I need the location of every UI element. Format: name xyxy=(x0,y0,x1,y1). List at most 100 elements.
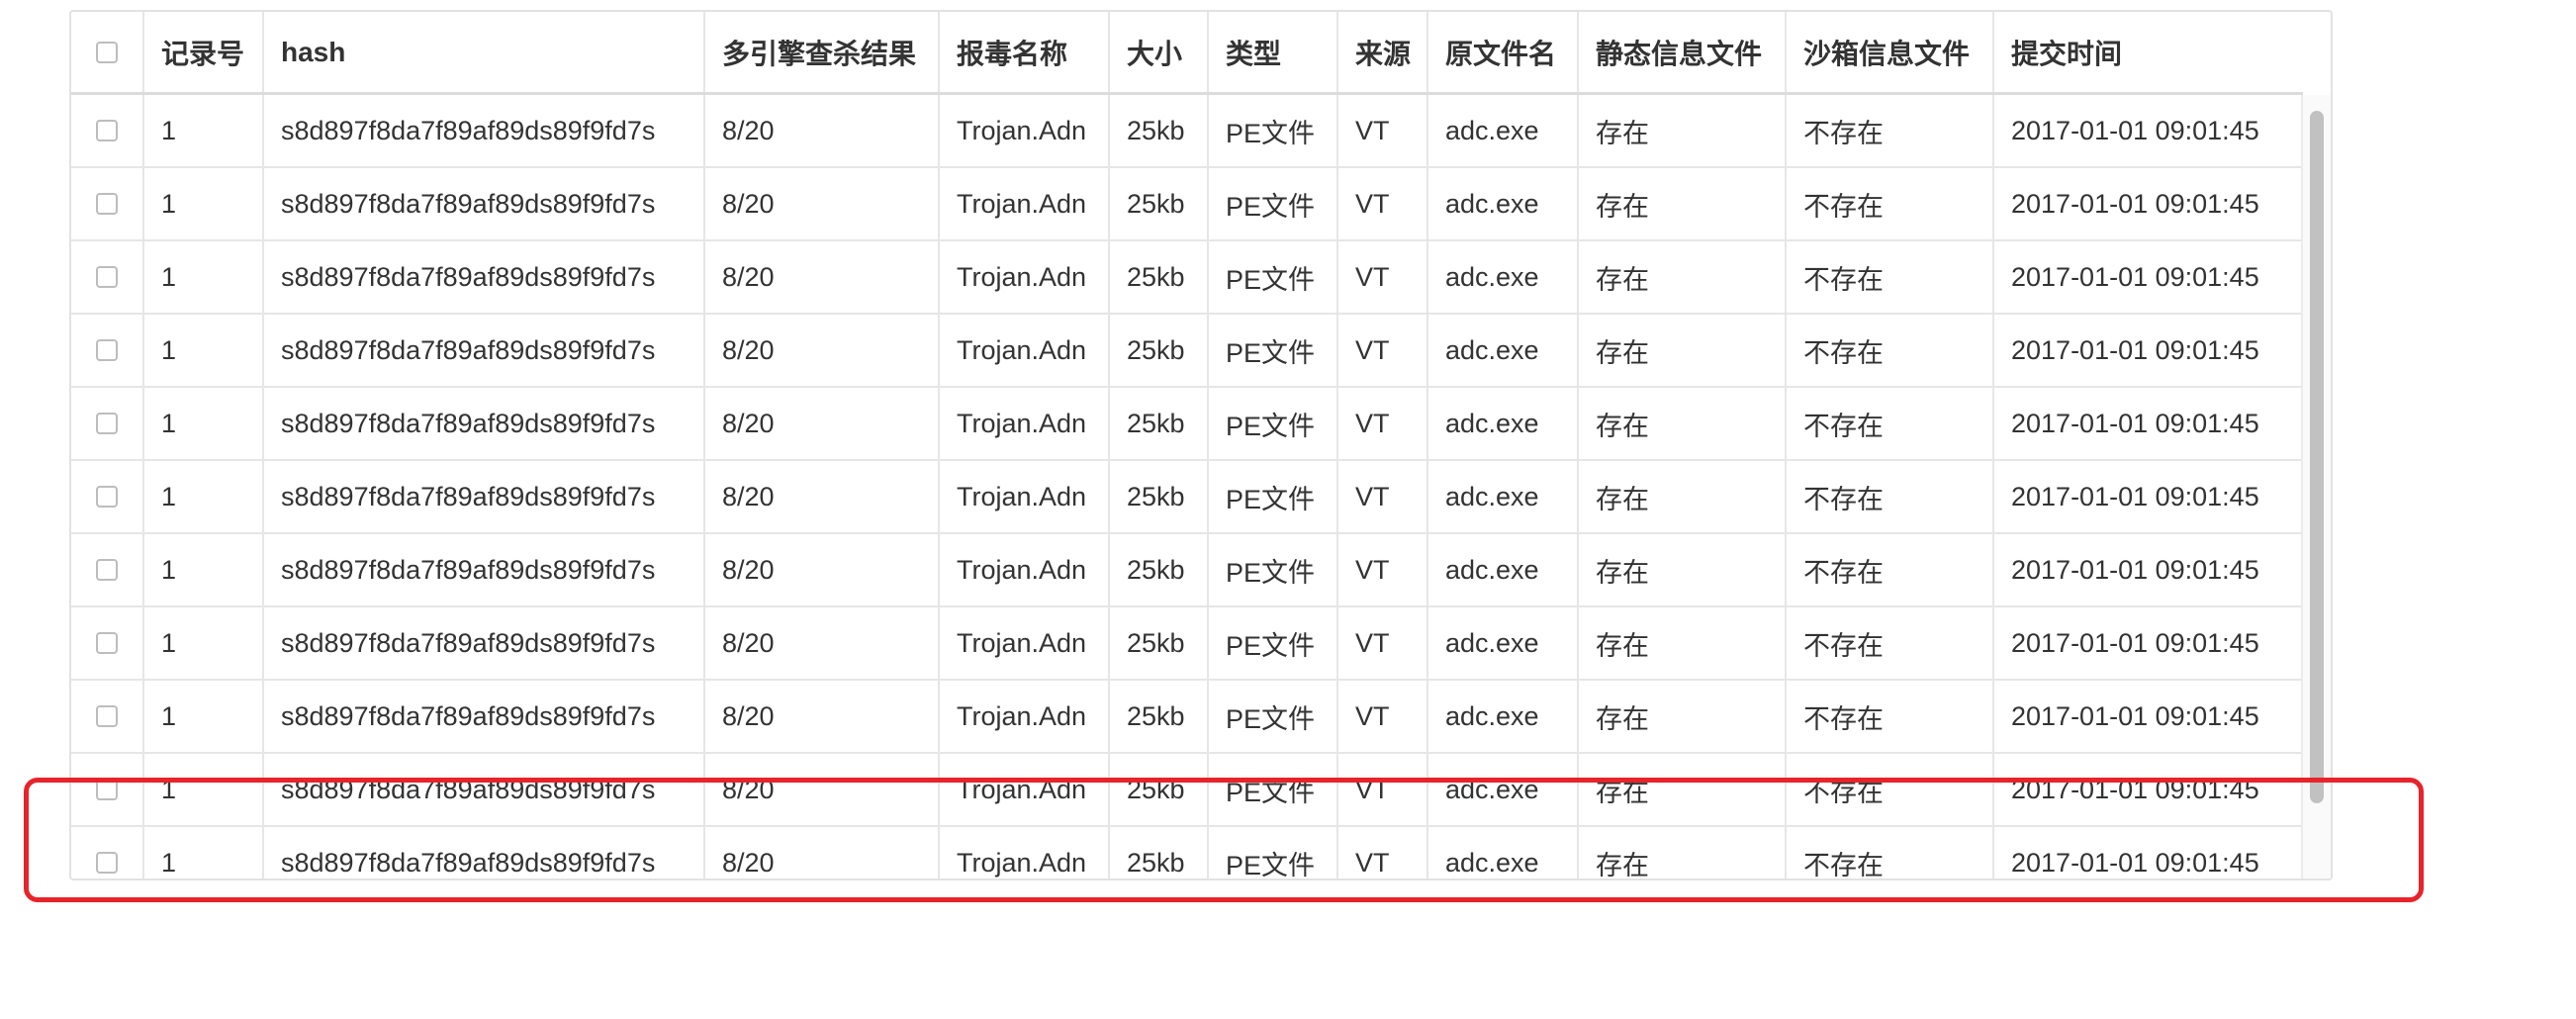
table-row[interactable]: 1 s8d897f8da7f89af89ds89f9fd7s 8/20 Trojan.… xyxy=(71,534,2303,607)
cell-engine-result: 8/20 xyxy=(705,168,940,239)
cell-original-filename: adc.exe xyxy=(1428,168,1579,239)
cell-source: VT xyxy=(1338,461,1428,532)
cell-record-no: 1 xyxy=(144,315,264,386)
cell-hash: s8d897f8da7f89af89ds89f9fd7s xyxy=(264,754,705,825)
header-engine-result[interactable]: 多引擎查杀结果 xyxy=(705,12,940,92)
header-static-info[interactable]: 静态信息文件 xyxy=(1579,12,1787,92)
cell-original-filename: adc.exe xyxy=(1428,241,1579,313)
cell-engine-result: 8/20 xyxy=(705,607,940,679)
cell-static-info: 存在 xyxy=(1579,95,1787,166)
row-checkbox[interactable] xyxy=(96,486,118,508)
cell-type: PE文件 xyxy=(1209,534,1338,605)
row-checkbox-cell xyxy=(71,315,144,386)
cell-source: VT xyxy=(1338,681,1428,752)
cell-hash: s8d897f8da7f89af89ds89f9fd7s xyxy=(264,534,705,605)
table-row[interactable]: 1 s8d897f8da7f89af89ds89f9fd7s 8/20 Trojan.… xyxy=(71,754,2303,827)
cell-static-info: 存在 xyxy=(1579,827,1787,879)
row-checkbox[interactable] xyxy=(96,413,118,434)
cell-engine-result: 8/20 xyxy=(705,827,940,879)
select-all-checkbox[interactable] xyxy=(96,41,118,63)
row-checkbox[interactable] xyxy=(96,852,118,874)
cell-sandbox-info: 不存在 xyxy=(1787,241,1994,313)
cell-submit-time: 2017-01-01 09:01:45 xyxy=(2011,774,2259,804)
select-all-cell xyxy=(71,12,144,92)
cell-original-filename: adc.exe xyxy=(1428,534,1579,605)
table-row[interactable]: 1 s8d897f8da7f89af89ds89f9fd7s 8/20 Trojan.… xyxy=(71,168,2303,241)
cell-original-filename: adc.exe xyxy=(1428,607,1579,679)
cell-original-filename: adc.exe xyxy=(1428,754,1579,825)
table-row[interactable]: 1 s8d897f8da7f89af89ds89f9fd7s 8/20 Trojan.… xyxy=(71,681,2303,754)
row-checkbox-cell xyxy=(71,168,144,239)
row-checkbox-cell xyxy=(71,534,144,605)
row-checkbox-cell xyxy=(71,754,144,825)
row-checkbox[interactable] xyxy=(96,632,118,654)
row-checkbox[interactable] xyxy=(96,779,118,800)
header-type[interactable]: 类型 xyxy=(1209,12,1338,92)
cell-size: 25kb xyxy=(1110,534,1209,605)
row-checkbox[interactable] xyxy=(96,339,118,361)
cell-sandbox-info: 不存在 xyxy=(1787,388,1994,459)
header-size[interactable]: 大小 xyxy=(1110,12,1209,92)
cell-static-info: 存在 xyxy=(1579,168,1787,239)
cell-hash: s8d897f8da7f89af89ds89f9fd7s xyxy=(264,95,705,166)
cell-record-no: 1 xyxy=(144,95,264,166)
cell-virus-name: Trojan.Adn xyxy=(940,754,1110,825)
table-row[interactable]: 1 s8d897f8da7f89af89ds89f9fd7s 8/20 Trojan.… xyxy=(71,607,2303,681)
cell-size: 25kb xyxy=(1110,315,1209,386)
header-source[interactable]: 来源 xyxy=(1338,12,1428,92)
cell-original-filename: adc.exe xyxy=(1428,315,1579,386)
header-record-no[interactable]: 记录号 xyxy=(144,12,264,92)
cell-type: PE文件 xyxy=(1209,681,1338,752)
cell-engine-result: 8/20 xyxy=(705,315,940,386)
row-checkbox[interactable] xyxy=(96,120,118,141)
header-hash[interactable]: hash xyxy=(264,12,705,92)
vertical-scrollbar[interactable] xyxy=(2301,95,2331,879)
cell-source: VT xyxy=(1338,607,1428,679)
header-submit-time[interactable]: 提交时间 xyxy=(1994,12,2303,92)
table-row[interactable]: 1 s8d897f8da7f89af89ds89f9fd7s 8/20 Trojan.… xyxy=(71,827,2303,879)
cell-engine-result: 8/20 xyxy=(705,754,940,825)
cell-submit-time: 2017-01-01 09:01:45 xyxy=(2011,334,2259,365)
header-original-filename[interactable]: 原文件名 xyxy=(1428,12,1579,92)
cell-static-info: 存在 xyxy=(1579,607,1787,679)
table-row[interactable]: 1 s8d897f8da7f89af89ds89f9fd7s 8/20 Trojan.… xyxy=(71,315,2303,388)
row-checkbox[interactable] xyxy=(96,559,118,581)
cell-size: 25kb xyxy=(1110,95,1209,166)
cell-original-filename: adc.exe xyxy=(1428,388,1579,459)
cell-sandbox-info: 不存在 xyxy=(1787,534,1994,605)
cell-submit-time: 2017-01-01 09:01:45 xyxy=(2011,847,2259,878)
cell-virus-name: Trojan.Adn xyxy=(940,681,1110,752)
cell-type: PE文件 xyxy=(1209,241,1338,313)
row-checkbox[interactable] xyxy=(96,266,118,288)
row-checkbox-cell xyxy=(71,827,144,879)
cell-sandbox-info: 不存在 xyxy=(1787,315,1994,386)
cell-static-info: 存在 xyxy=(1579,461,1787,532)
cell-static-info: 存在 xyxy=(1579,681,1787,752)
header-virus-name[interactable]: 报毒名称 xyxy=(940,12,1110,92)
row-checkbox-cell xyxy=(71,681,144,752)
table-body: 1 s8d897f8da7f89af89ds89f9fd7s 8/20 Trojan.… xyxy=(71,95,2303,879)
cell-type: PE文件 xyxy=(1209,168,1338,239)
table-row[interactable]: 1 s8d897f8da7f89af89ds89f9fd7s 8/20 Trojan.… xyxy=(71,388,2303,461)
cell-hash: s8d897f8da7f89af89ds89f9fd7s xyxy=(264,241,705,313)
row-checkbox[interactable] xyxy=(96,705,118,727)
cell-engine-result: 8/20 xyxy=(705,388,940,459)
cell-record-no: 1 xyxy=(144,461,264,532)
cell-virus-name: Trojan.Adn xyxy=(940,461,1110,532)
header-sandbox-info[interactable]: 沙箱信息文件 xyxy=(1787,12,1994,92)
cell-record-no: 1 xyxy=(144,241,264,313)
cell-size: 25kb xyxy=(1110,607,1209,679)
cell-source: VT xyxy=(1338,241,1428,313)
table-row[interactable]: 1 s8d897f8da7f89af89ds89f9fd7s 8/20 Trojan.… xyxy=(71,95,2303,168)
cell-sandbox-info: 不存在 xyxy=(1787,607,1994,679)
cell-type: PE文件 xyxy=(1209,315,1338,386)
cell-source: VT xyxy=(1338,754,1428,825)
scrollbar-thumb[interactable] xyxy=(2310,111,2324,803)
cell-hash: s8d897f8da7f89af89ds89f9fd7s xyxy=(264,315,705,386)
row-checkbox[interactable] xyxy=(96,193,118,215)
cell-submit-time: 2017-01-01 09:01:45 xyxy=(2011,554,2259,585)
table-row[interactable]: 1 s8d897f8da7f89af89ds89f9fd7s 8/20 Trojan.… xyxy=(71,461,2303,534)
cell-original-filename: adc.exe xyxy=(1428,827,1579,879)
table-row[interactable]: 1 s8d897f8da7f89af89ds89f9fd7s 8/20 Trojan.… xyxy=(71,241,2303,315)
cell-virus-name: Trojan.Adn xyxy=(940,534,1110,605)
